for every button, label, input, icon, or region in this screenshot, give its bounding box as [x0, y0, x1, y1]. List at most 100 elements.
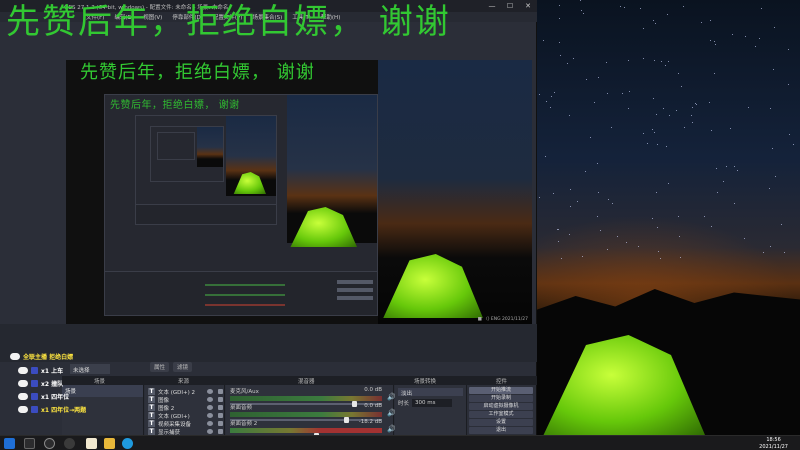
control-button[interactable]: 工作室模式: [469, 411, 533, 418]
lock-icon[interactable]: [218, 389, 223, 394]
star: [762, 251, 764, 253]
nested-ctrl-1: [337, 280, 373, 284]
star: [653, 131, 655, 133]
star: [715, 43, 717, 45]
star: [599, 229, 601, 231]
overlay-headline-small: 先赞后年，拒绝白嫖， 谢谢: [110, 100, 240, 111]
properties-button[interactable]: 属性: [150, 362, 170, 372]
nested-ctrl-3: [337, 296, 373, 300]
scene-item[interactable]: 场景: [62, 385, 143, 397]
control-button[interactable]: 开始录制: [469, 395, 533, 402]
minimize-button[interactable]: —: [483, 0, 501, 12]
star: [552, 192, 554, 194]
eye-icon[interactable]: [207, 389, 213, 394]
star: [558, 17, 560, 19]
windows-taskbar: 18:56 2021/11/27: [0, 435, 800, 450]
star: [667, 182, 669, 184]
control-button[interactable]: 退出: [469, 427, 533, 434]
nested-obs-level-3: [150, 126, 224, 182]
folder-icon[interactable]: [104, 438, 115, 449]
mixer-label-row: 桌面音频 0.0 dB: [230, 403, 382, 411]
preview-status-text: ■ 〈) ENG 2021/11/27: [477, 317, 528, 322]
nested-obs-level-2: [135, 115, 277, 225]
eye-icon[interactable]: [207, 413, 213, 418]
transitions-dock: 淡出 时长 300 ms: [395, 385, 467, 435]
star: [665, 145, 667, 147]
lock-icon[interactable]: [218, 405, 223, 410]
control-button[interactable]: 启动虚拟摄像机: [469, 403, 533, 410]
lock-icon[interactable]: [218, 397, 223, 402]
start-icon[interactable]: [4, 438, 15, 449]
eye-icon[interactable]: [207, 421, 213, 426]
transition-select[interactable]: 淡出: [398, 388, 463, 397]
star: [744, 35, 746, 37]
control-button[interactable]: 设置: [469, 419, 533, 426]
star: [729, 127, 731, 129]
text-source-icon: T: [148, 388, 155, 395]
scene-label: x1 四年位: [18, 392, 69, 401]
star: [538, 93, 540, 95]
obs-icon[interactable]: [64, 438, 75, 449]
mixer-label-row: 麦克风/Aux 0.0 dB: [230, 387, 382, 395]
cloud-icon: [18, 406, 28, 413]
control-button[interactable]: 开始推流: [469, 387, 533, 394]
nested-meter-1: [205, 284, 285, 286]
star: [610, 126, 612, 128]
eye-icon[interactable]: [207, 397, 213, 402]
close-button[interactable]: ✕: [519, 0, 537, 12]
mixer-db-value: 0.0 dB: [364, 387, 382, 393]
star: [710, 226, 712, 228]
overlay-headline-large: 先赞后年，拒绝白嫖， 谢谢: [6, 2, 451, 42]
lock-icon[interactable]: [218, 429, 223, 434]
lock-icon[interactable]: [218, 421, 223, 426]
star: [678, 235, 680, 237]
star: [760, 7, 762, 9]
scene-strip: [0, 324, 537, 362]
audio-meter: [230, 412, 382, 417]
scene-label-text: 全联主播 拒绝白嫖: [23, 354, 74, 361]
star: [708, 101, 710, 103]
lock-icon[interactable]: [218, 413, 223, 418]
overlay-headline-medium: 先赞后年，拒绝白嫖， 谢谢: [80, 62, 315, 83]
eye-icon[interactable]: [207, 405, 213, 410]
star: [559, 54, 561, 56]
text-source-icon: T: [148, 420, 155, 427]
star: [557, 240, 559, 242]
eye-icon[interactable]: [207, 429, 213, 434]
scene-label: 全联主播 拒绝白嫖: [10, 352, 73, 361]
mixer-db-value: -18.2 dB: [358, 419, 382, 425]
text-source-icon: T: [148, 404, 155, 411]
star: [691, 121, 693, 123]
maximize-button[interactable]: ☐: [501, 0, 519, 12]
star: [780, 223, 782, 225]
star: [666, 13, 668, 15]
dock-header-row: 场景 来源 混音器 场景转换 控件: [62, 376, 537, 385]
sources-dock: T 文本 (GDI+) 2 T 图像 T 图像 2 T 文本 (GDI+) T 视频采集设备 T 显示…: [145, 385, 225, 436]
scene-tab-unselected[interactable]: 未选择: [70, 364, 110, 374]
scene-label: x1 上车: [18, 366, 63, 375]
scene-label: x1 四年位→两题: [18, 405, 86, 414]
task-view-icon[interactable]: [44, 438, 55, 449]
taskbar-clock[interactable]: 18:56 2021/11/27: [759, 437, 788, 450]
star: [758, 37, 760, 39]
mixer-dock: 麦克风/Aux 0.0 dB 🔊 桌面音频 0.0 dB 🔊 桌面音频 2 -18.2 dB 🔊: [226, 385, 396, 439]
star: [713, 73, 715, 74]
star: [691, 114, 693, 116]
star: [662, 107, 664, 109]
search-icon[interactable]: [24, 438, 35, 449]
star: [652, 98, 654, 100]
audio-meter: [230, 396, 382, 401]
filters-button[interactable]: 滤镜: [173, 362, 193, 372]
star: [625, 241, 627, 243]
duration-input[interactable]: 300 ms: [412, 399, 453, 407]
bilibili-icon[interactable]: [86, 438, 97, 449]
star: [709, 19, 711, 21]
star: [611, 203, 613, 205]
clock-date: 2021/11/27: [759, 443, 788, 450]
star: [655, 192, 657, 194]
nested-meter-3: [205, 304, 285, 306]
star: [692, 106, 694, 108]
transition-duration-row: 时长 300 ms: [398, 399, 463, 407]
edge-icon[interactable]: [122, 438, 133, 449]
star: [656, 143, 658, 145]
